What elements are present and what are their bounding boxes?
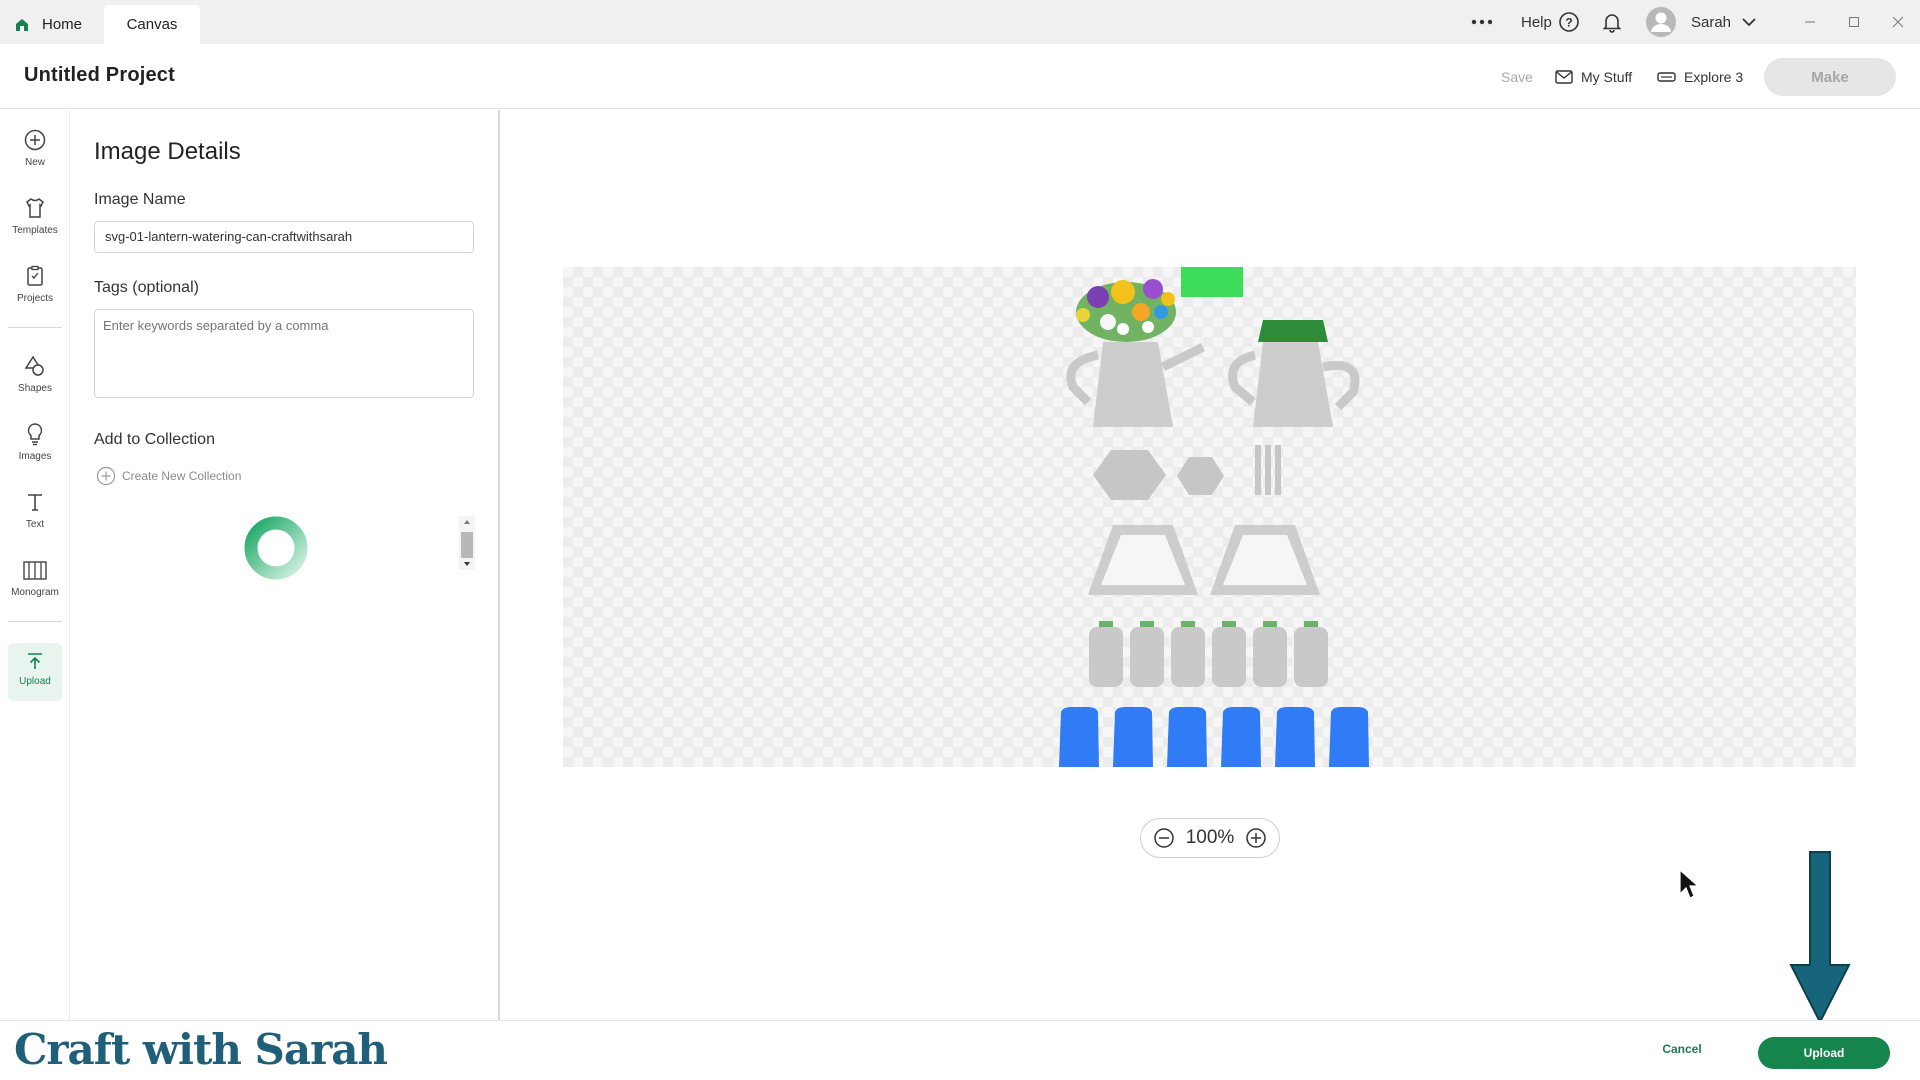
question-circle-icon: ?: [1559, 12, 1579, 32]
rail-divider: [8, 621, 62, 622]
save-button[interactable]: Save: [1501, 44, 1533, 109]
notifications-button[interactable]: [1601, 0, 1623, 44]
plus-circle-icon: [96, 466, 116, 486]
help-label: Help: [1521, 13, 1552, 31]
lightbulb-icon: [27, 423, 43, 446]
rail-shapes-label: Shapes: [18, 383, 52, 394]
shirt-icon: [26, 198, 44, 218]
user-menu[interactable]: Sarah: [1645, 0, 1757, 44]
machine-label: Explore 3: [1684, 68, 1744, 85]
cancel-button[interactable]: Cancel: [1640, 1033, 1724, 1065]
bar-strips-shape: [1255, 445, 1281, 495]
upload-icon: [28, 653, 42, 669]
upload-button[interactable]: Upload: [1758, 1037, 1890, 1069]
project-title[interactable]: Untitled Project: [24, 64, 175, 87]
image-name-input[interactable]: svg-01-lantern-watering-can-craftwithsar…: [94, 221, 474, 253]
image-details-panel: Image Details Image Name svg-01-lantern-…: [70, 110, 500, 1020]
plus-circle-icon: [24, 129, 46, 151]
rail-images-label: Images: [18, 451, 52, 462]
rail-templates-label: Templates: [12, 225, 58, 236]
collection-scrollbar[interactable]: [459, 516, 475, 570]
clipboard-icon: [27, 265, 43, 286]
bottom-action-bar: Craft with Sarah Cancel Upload: [0, 1020, 1920, 1080]
rail-text-label: Text: [25, 519, 45, 530]
rail-upload-label: Upload: [19, 676, 51, 687]
avatar-icon: [1646, 7, 1676, 37]
tags-input[interactable]: [94, 309, 474, 398]
label-tag-shape: [1181, 267, 1243, 297]
green-label-shape: [1258, 320, 1328, 342]
rail-new[interactable]: New: [0, 128, 70, 188]
flower-bouquet-image: [1076, 279, 1176, 342]
collection-label: Add to Collection: [94, 431, 215, 448]
tab-home-label: Home: [42, 16, 83, 33]
watering-can-shapes: [1066, 342, 1360, 427]
image-name-label: Image Name: [94, 191, 186, 208]
tags-label: Tags (optional): [94, 279, 199, 296]
rail-new-label: New: [24, 157, 45, 168]
minimize-icon: [1805, 21, 1815, 23]
window-minimize-button[interactable]: [1804, 0, 1816, 44]
tab-canvas[interactable]: Canvas: [104, 5, 200, 44]
rail-templates[interactable]: Templates: [0, 196, 70, 256]
create-collection-button[interactable]: Create New Collection: [96, 466, 241, 486]
zoom-level: 100%: [1185, 827, 1235, 848]
machine-select[interactable]: Explore 3: [1657, 44, 1743, 109]
loading-spinner-icon: [244, 516, 308, 580]
rail-projects[interactable]: Projects: [0, 264, 70, 324]
mouse-cursor-icon: [1679, 868, 1700, 899]
watermark-logo: Craft with Sarah: [14, 1025, 388, 1074]
zoom-in-icon[interactable]: [1245, 827, 1267, 849]
panel-title: Image Details: [94, 138, 241, 165]
make-button[interactable]: Make: [1764, 58, 1896, 96]
rail-divider: [8, 327, 62, 328]
help-button[interactable]: Help ?: [1521, 0, 1580, 44]
my-stuff-button[interactable]: My Stuff: [1555, 44, 1632, 109]
text-icon: [28, 494, 42, 511]
hexagon-small-shape: [1177, 457, 1224, 495]
user-name: Sarah: [1691, 13, 1732, 31]
machine-icon: [1657, 71, 1676, 82]
left-toolbar: New Templates Projects Shapes Images Tex…: [0, 110, 70, 1020]
window-close-button[interactable]: [1892, 0, 1904, 44]
down-arrow-annotation-icon: [1789, 851, 1851, 1025]
lantern-cutouts: [1101, 535, 1307, 585]
jar-panel-shapes: [1089, 621, 1328, 687]
more-dots-icon: [1471, 19, 1493, 25]
chevron-down-icon: [1742, 18, 1756, 27]
rail-projects-label: Projects: [16, 293, 54, 304]
create-collection-label: Create New Collection: [122, 469, 242, 483]
rail-monogram-label: Monogram: [11, 587, 59, 598]
bell-icon: [1602, 14, 1622, 33]
tab-canvas-label: Canvas: [126, 16, 178, 33]
my-stuff-label: My Stuff: [1581, 68, 1633, 85]
top-tab-bar: Home Canvas Help ? Sarah: [0, 0, 1920, 44]
more-options-button[interactable]: [1470, 0, 1494, 44]
envelope-icon: [1555, 69, 1573, 84]
image-preview: [563, 267, 1856, 767]
rail-upload[interactable]: Upload: [8, 643, 62, 701]
uploaded-image-preview: [1059, 267, 1369, 767]
home-icon: [16, 18, 28, 31]
monogram-icon: [23, 561, 47, 580]
rail-shapes[interactable]: Shapes: [0, 354, 70, 414]
svg-text:?: ?: [1565, 16, 1572, 30]
zoom-out-icon[interactable]: [1153, 827, 1175, 849]
shapes-icon: [24, 355, 44, 376]
rail-monogram[interactable]: Monogram: [0, 558, 70, 618]
hexagon-large-shape: [1093, 450, 1166, 500]
blue-bottle-shapes: [1059, 707, 1369, 767]
rail-text[interactable]: Text: [0, 490, 70, 550]
tab-home[interactable]: Home: [14, 5, 102, 44]
project-header: Untitled Project Save My Stuff Explore 3…: [0, 44, 1920, 109]
maximize-icon: [1849, 17, 1859, 27]
rail-images[interactable]: Images: [0, 422, 70, 482]
zoom-control: 100%: [1140, 818, 1280, 858]
close-icon: [1892, 16, 1904, 28]
window-maximize-button[interactable]: [1848, 0, 1860, 44]
